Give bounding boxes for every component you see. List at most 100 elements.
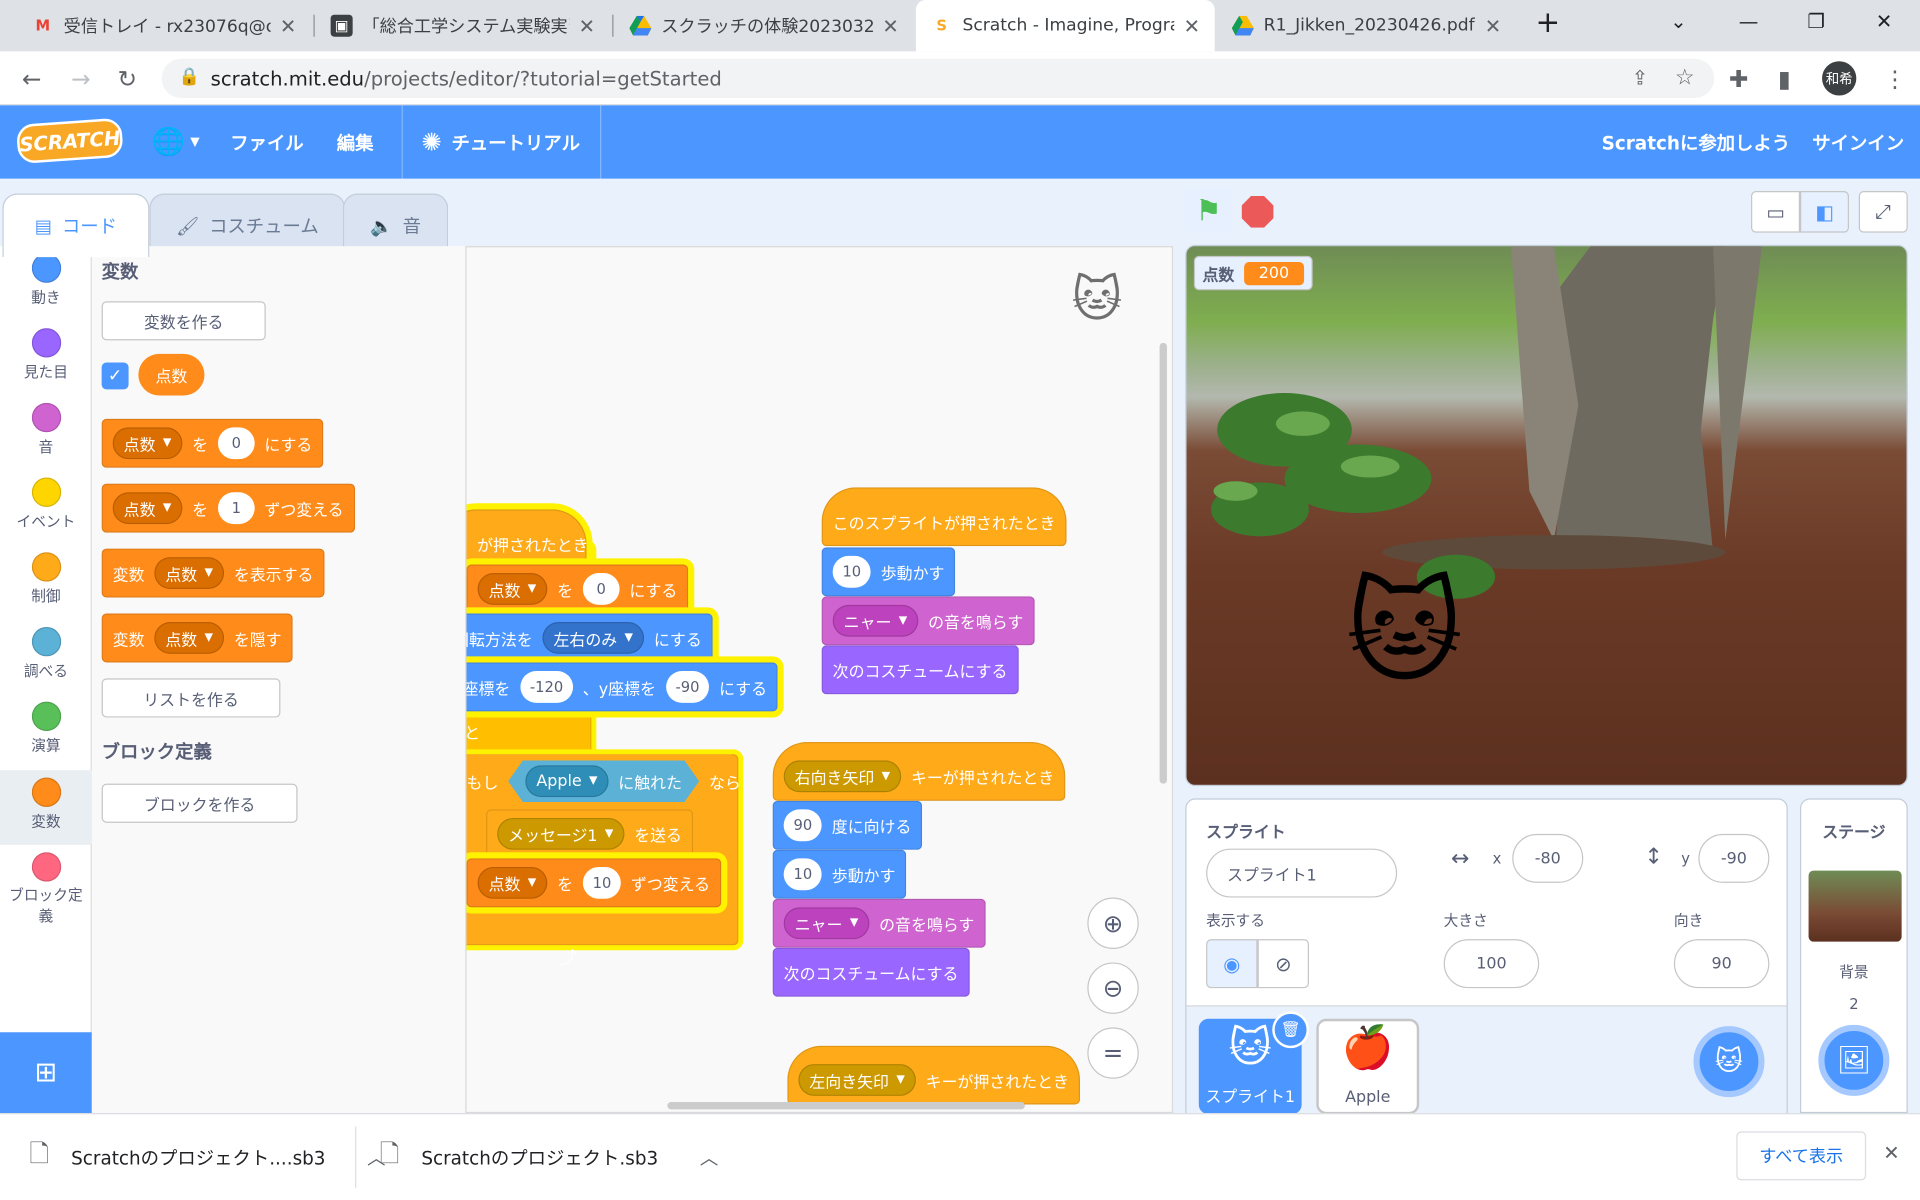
change-variable-block[interactable]: 点数 ▼ を 10 ずつ変える xyxy=(466,858,722,908)
when-key-pressed-hat[interactable]: 右向き矢印 ▼ キーが押されたとき xyxy=(772,742,1066,801)
direction-input[interactable]: 90 xyxy=(1673,939,1770,989)
set-variable-block[interactable]: 点数 ▼ を 0 にする xyxy=(466,564,689,614)
restore-icon[interactable]: ❐ xyxy=(1807,10,1825,33)
choose-backdrop-button[interactable]: 🖼 xyxy=(1818,1024,1890,1096)
variable-reporter[interactable]: 点数 xyxy=(138,353,205,396)
category-events[interactable]: イベント xyxy=(0,470,92,545)
direction-input[interactable]: 90 xyxy=(783,809,822,842)
category-control[interactable]: 制御 xyxy=(0,545,92,620)
make-list-button[interactable]: リストを作る xyxy=(101,678,281,718)
green-flag-button[interactable]: ⚑ xyxy=(1185,188,1232,233)
size-input[interactable]: 100 xyxy=(1443,939,1540,989)
fullscreen-button[interactable]: ⤢ xyxy=(1858,191,1908,233)
close-tab-icon[interactable]: ✕ xyxy=(1485,14,1501,37)
play-sound-block[interactable]: ニャー ▼ の音を鳴らす xyxy=(772,898,986,948)
download-item[interactable]: 🗋 Scratchのプロジェクト.sb3 ︿ xyxy=(380,1114,719,1200)
close-tab-icon[interactable]: ✕ xyxy=(280,14,296,37)
key-dropdown[interactable]: 左向き矢印 ▼ xyxy=(798,1064,916,1096)
show-sprite-button[interactable]: ◉ xyxy=(1206,939,1258,989)
browser-tab-gmail[interactable]: M 受信トレイ - rx23076q@os ✕ xyxy=(17,0,311,51)
next-costume-block[interactable]: 次のコスチュームにする xyxy=(821,645,1019,695)
when-sprite-clicked-hat[interactable]: このスプライトが押されたとき xyxy=(821,487,1067,547)
side-panel-icon[interactable]: ▮ xyxy=(1778,66,1791,93)
make-block-button[interactable]: ブロックを作る xyxy=(101,783,298,823)
scratch-logo[interactable]: SCRATCH xyxy=(15,117,124,165)
file-menu[interactable]: ファイル xyxy=(230,105,303,178)
close-tab-icon[interactable]: ✕ xyxy=(882,14,898,37)
reload-icon[interactable]: ↻ xyxy=(118,66,137,93)
share-icon[interactable]: ⇪ xyxy=(1632,66,1648,89)
tab-search-icon[interactable]: ⌄ xyxy=(1670,10,1686,33)
sound-dropdown[interactable]: ニャー ▼ xyxy=(783,907,870,940)
category-looks[interactable]: 見た目 xyxy=(0,321,92,396)
sign-in-link[interactable]: サインイン xyxy=(1812,105,1904,178)
sprite-tile-cat[interactable]: 🐱 スプライト1 🗑 xyxy=(1198,1011,1309,1115)
vertical-scrollbar[interactable] xyxy=(1159,342,1167,784)
browser-tab-classroom[interactable]: ▣ 「総合工学システム実験実習 ✕ xyxy=(316,0,610,51)
browser-tab-scratch[interactable]: S Scratch - Imagine, Program ✕ xyxy=(915,0,1215,52)
category-variables[interactable]: 変数 xyxy=(0,770,92,845)
value-input[interactable]: 1 xyxy=(217,492,255,525)
hide-variable-block[interactable]: 変数 点数 ▼ を隠す xyxy=(101,613,293,663)
touch-target-dropdown[interactable]: Apple ▼ xyxy=(525,765,608,797)
y-position-input[interactable]: -90 xyxy=(1698,833,1770,883)
sprite-name-input[interactable]: スプライト1 xyxy=(1206,848,1398,898)
steps-input[interactable]: 10 xyxy=(832,555,871,588)
when-flag-clicked-hat[interactable]: ⚑ が押されたとき xyxy=(466,509,589,569)
key-dropdown[interactable]: 右向き矢印 ▼ xyxy=(783,760,902,793)
variable-visible-checkbox[interactable]: ✓ xyxy=(101,362,129,390)
category-sensing[interactable]: 調べる xyxy=(0,620,92,695)
next-costume-block[interactable]: 次のコスチュームにする xyxy=(772,947,970,997)
touching-condition[interactable]: Apple ▼ に触れた xyxy=(508,760,699,802)
forward-icon[interactable]: → xyxy=(71,66,90,93)
cat-sprite[interactable]: 🐱 xyxy=(1346,567,1463,698)
close-window-icon[interactable]: ✕ xyxy=(1876,10,1892,33)
move-steps-block[interactable]: 10 歩動かす xyxy=(772,849,907,899)
play-sound-block[interactable]: ニャー ▼ の音を鳴らす xyxy=(821,596,1035,646)
set-variable-block[interactable]: 点数 ▼ を 0 にする xyxy=(101,418,324,468)
zoom-in-button[interactable]: ⊕ xyxy=(1087,897,1139,949)
variable-dropdown[interactable]: 点数 ▼ xyxy=(477,573,548,605)
show-variable-block[interactable]: 変数 点数 ▼ を表示する xyxy=(101,548,325,598)
browser-menu-icon[interactable]: ⋮ xyxy=(1883,66,1906,93)
url-bar[interactable]: 🔒 scratch.mit.edu/projects/editor/?tutor… xyxy=(161,58,1715,98)
sprite-tile-apple[interactable]: 🍎 Apple xyxy=(1316,1018,1420,1115)
minimize-icon[interactable]: — xyxy=(1739,10,1759,33)
edit-menu[interactable]: 編集 xyxy=(337,105,374,178)
close-tab-icon[interactable]: ✕ xyxy=(579,14,595,37)
stop-button[interactable] xyxy=(1241,195,1274,228)
rotation-style-dropdown[interactable]: 左右のみ ▼ xyxy=(542,622,645,654)
profile-avatar[interactable]: 和希 xyxy=(1822,61,1857,96)
zoom-out-button[interactable]: ⊖ xyxy=(1087,962,1139,1014)
category-myblocks[interactable]: ブロック定義 xyxy=(0,845,92,933)
browser-tab-drive-2[interactable]: R1_Jikken_20230426.pdf ✕ xyxy=(1217,0,1516,51)
variable-dropdown[interactable]: 点数 ▼ xyxy=(154,622,225,654)
close-downloads-icon[interactable]: ✕ xyxy=(1883,1141,1899,1164)
change-variable-block[interactable]: 点数 ▼ を 1 ずつ変える xyxy=(101,483,355,533)
back-icon[interactable]: ← xyxy=(22,66,41,93)
x-input[interactable]: -120 xyxy=(520,671,573,703)
delete-sprite-icon[interactable]: 🗑 xyxy=(1272,1011,1309,1049)
script-workspace[interactable]: 🐱 ⚑ が押されたとき 点数▼ を 0 にする 回転方法を 左右のみ▼ にする … xyxy=(466,246,1174,1114)
steps-input[interactable]: 10 xyxy=(783,858,822,891)
sound-dropdown[interactable]: ニャー ▼ xyxy=(832,604,919,637)
x-position-input[interactable]: -80 xyxy=(1512,833,1584,883)
tutorials-menu[interactable]: ✺ チュートリアル xyxy=(421,105,580,178)
download-item[interactable]: 🗋 Scratchのプロジェクト....sb3 ︿ xyxy=(29,1114,385,1200)
browser-tab-drive-1[interactable]: スクラッチの体験20230329.p ✕ xyxy=(615,0,914,51)
if-touching-block[interactable]: もし Apple ▼ に触れた なら xyxy=(466,754,741,809)
message-dropdown[interactable]: メッセージ1 ▼ xyxy=(497,817,625,850)
stage-selector[interactable]: ステージ 背景 2 🖼 xyxy=(1800,798,1908,1114)
y-input[interactable]: -90 xyxy=(665,671,710,703)
small-stage-button[interactable]: ▭ xyxy=(1751,191,1801,233)
category-operators[interactable]: 演算 xyxy=(0,694,92,769)
join-scratch-link[interactable]: Scratchに参加しよう xyxy=(1602,105,1791,178)
broadcast-block[interactable]: メッセージ1 ▼ を送る xyxy=(486,809,694,859)
chevron-up-icon[interactable]: ︿ xyxy=(700,1144,718,1170)
move-steps-block[interactable]: 10 歩動かす xyxy=(821,547,956,597)
hide-sprite-button[interactable]: ⊘ xyxy=(1257,939,1309,989)
new-tab-icon[interactable]: + xyxy=(1536,5,1561,39)
language-menu[interactable]: 🌐 ▼ xyxy=(152,105,200,178)
horizontal-scrollbar[interactable] xyxy=(667,1102,1025,1110)
zoom-reset-button[interactable]: = xyxy=(1087,1027,1139,1079)
